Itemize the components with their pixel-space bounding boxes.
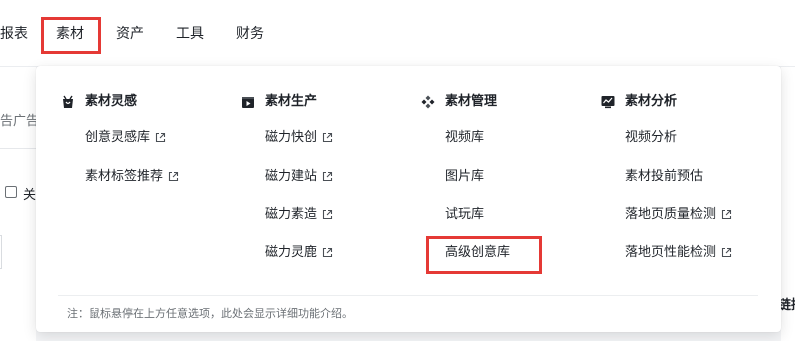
- background-input-edge: [0, 235, 2, 269]
- menu-item-pre-launch-estimate[interactable]: 素材投前预估: [625, 168, 703, 186]
- materials-dropdown-menu: 素材灵感 创意灵感库 素材标签推荐 素材生产 磁力快创 磁力建站 磁力素造 磁力…: [36, 66, 781, 332]
- menu-item-suzao[interactable]: 磁力素造: [265, 206, 333, 224]
- menu-item-jianzhan[interactable]: 磁力建站: [265, 168, 333, 186]
- inspiration-bag-icon: [63, 95, 73, 108]
- external-link-icon: [322, 171, 333, 182]
- analytics-chart-icon: [601, 96, 615, 109]
- menu-item-material-tag-recommend[interactable]: 素材标签推荐: [85, 168, 179, 186]
- external-link-icon: [721, 209, 732, 220]
- diamond-grid-icon: [421, 95, 435, 109]
- top-nav-bar: 报表 素材 资产 工具 财务: [0, 0, 795, 67]
- external-link-icon: [322, 209, 333, 220]
- nav-item-reports[interactable]: 报表: [0, 24, 28, 44]
- nav-item-finance[interactable]: 财务: [236, 24, 264, 44]
- menu-column-title: 素材分析: [625, 94, 678, 109]
- background-toggle-icon: [5, 186, 17, 198]
- video-play-icon: [242, 97, 254, 108]
- external-link-icon: [155, 132, 166, 143]
- menu-item-video-library[interactable]: 视频库: [445, 129, 484, 147]
- menu-column-title: 素材生产: [265, 94, 318, 109]
- menu-item-playable-library[interactable]: 试玩库: [445, 206, 484, 224]
- menu-column-title: 素材灵感: [85, 94, 138, 109]
- external-link-icon: [168, 171, 179, 182]
- background-divider: [0, 148, 36, 149]
- nav-item-assets[interactable]: 资产: [116, 24, 144, 44]
- external-link-icon: [322, 247, 333, 258]
- menu-item-advanced-creative-library[interactable]: 高级创意库: [445, 244, 510, 262]
- menu-item-image-library[interactable]: 图片库: [445, 168, 484, 186]
- nav-item-tools[interactable]: 工具: [176, 24, 204, 44]
- external-link-icon: [322, 132, 333, 143]
- menu-item-landing-performance-check[interactable]: 落地页性能检测: [625, 244, 732, 262]
- menu-column-title: 素材管理: [445, 94, 498, 109]
- menu-help-note: 注：鼠标悬停在上方任意选项，此处会显示详细功能介绍。: [67, 307, 353, 320]
- menu-item-kuaichuang[interactable]: 磁力快创: [265, 129, 333, 147]
- menu-item-creative-inspiration-library[interactable]: 创意灵感库: [85, 129, 166, 147]
- menu-item-linglu[interactable]: 磁力灵鹿: [265, 244, 333, 262]
- background-toggle-label: 关: [23, 188, 37, 203]
- nav-item-materials[interactable]: 素材: [56, 24, 84, 44]
- background-ad-text: 告广告有: [0, 114, 36, 129]
- menu-item-landing-quality-check[interactable]: 落地页质量检测: [625, 206, 732, 224]
- external-link-icon: [721, 247, 732, 258]
- menu-item-video-analysis[interactable]: 视频分析: [625, 129, 677, 147]
- background-page-left: [0, 67, 36, 341]
- menu-divider: [58, 295, 758, 296]
